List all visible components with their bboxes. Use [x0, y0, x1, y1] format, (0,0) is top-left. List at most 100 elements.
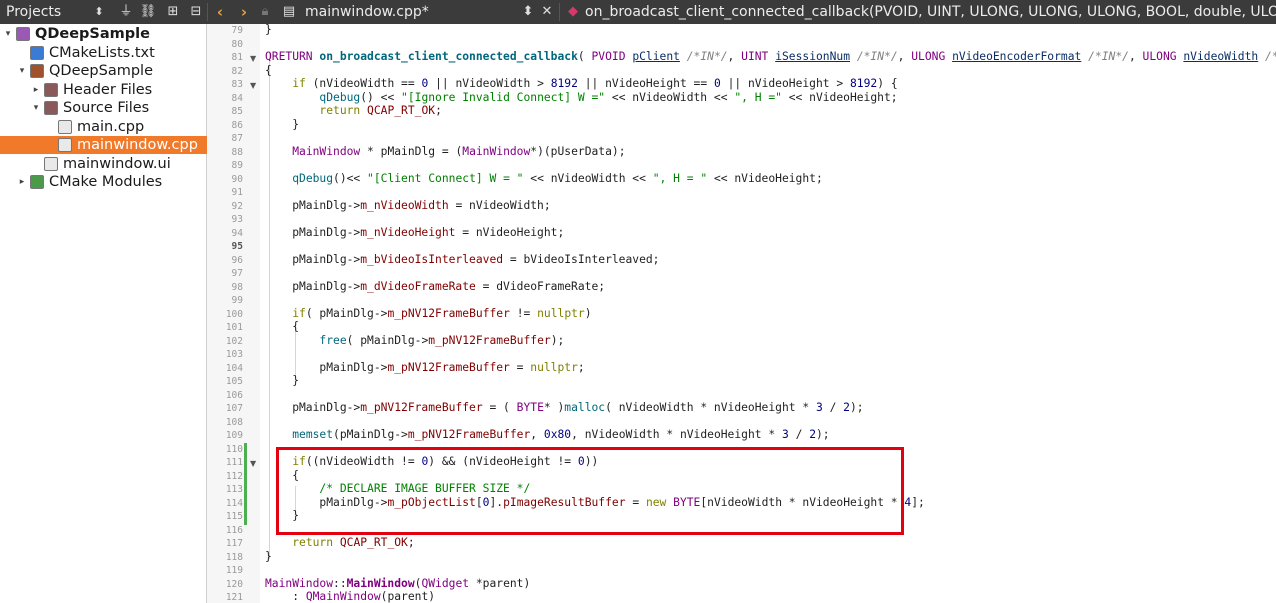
line-number: 104 [225, 362, 243, 374]
code-line[interactable]: MainWindow * pMainDlg = (MainWindow*)(pU… [265, 145, 625, 159]
symbol-dropdown[interactable]: on_broadcast_client_connected_callback(P… [585, 0, 1276, 24]
toolbar-separator-2 [559, 3, 560, 21]
line-number: 81 [231, 52, 243, 63]
link-icon[interactable]: ⛓ [139, 3, 157, 21]
cmake-file-icon [30, 45, 44, 60]
code-line[interactable]: } [265, 550, 272, 564]
expanded-arrow-icon[interactable]: ▾ [30, 99, 42, 117]
tree-item[interactable]: main.cpp [0, 118, 207, 136]
tree-item[interactable]: ▾ Source Files [0, 99, 207, 117]
collapsed-arrow-icon[interactable]: ▸ [16, 173, 28, 191]
line-number: 103 [225, 349, 243, 360]
close-file-icon[interactable]: ✕ [540, 3, 554, 21]
file-tab-icon: ▤ [282, 4, 296, 19]
tree-item-label: mainwindow.cpp [77, 137, 198, 153]
line-number: 99 [231, 295, 243, 306]
build-target-icon [30, 64, 44, 78]
code-line[interactable]: qDebug()<< "[Client Connect] W = " << nV… [265, 172, 823, 186]
function-tag-icon: ◆ [568, 4, 578, 19]
tree-item[interactable]: ▾ QDeepSample [0, 25, 207, 43]
code-line[interactable]: } [265, 24, 272, 37]
line-number: 100 [225, 308, 243, 320]
file-dropdown-icon[interactable]: ⬍ [521, 3, 535, 21]
tree-item[interactable]: mainwindow.cpp [0, 136, 207, 154]
line-number: 111 [225, 457, 243, 468]
dropdown-chevron-icon[interactable]: ⬍ [92, 3, 106, 21]
tree-item[interactable]: CMakeLists.txt [0, 44, 207, 62]
line-number: 95 [231, 241, 243, 252]
tree-item[interactable]: ▾ QDeepSample [0, 62, 207, 80]
code-line[interactable]: : QMainWindow(parent) [265, 590, 435, 603]
line-number: 119 [225, 565, 243, 576]
fold-column [247, 24, 260, 603]
line-number: 116 [225, 524, 243, 536]
code-line[interactable]: pMainDlg->m_pNV12FrameBuffer = nullptr; [265, 361, 584, 375]
split-icon[interactable]: ⊞ [164, 3, 182, 21]
line-number: 113 [225, 484, 243, 495]
collapsed-arrow-icon[interactable]: ▸ [30, 81, 42, 99]
tree-item[interactable]: mainwindow.ui [0, 155, 207, 173]
line-number: 101 [225, 322, 243, 333]
projects-label: Projects [6, 4, 62, 20]
code-line[interactable]: if( pMainDlg->m_pNV12FrameBuffer != null… [265, 307, 591, 321]
line-number: 97 [231, 268, 243, 279]
code-line[interactable]: } [265, 374, 299, 388]
code-line[interactable]: return QCAP_RT_OK; [265, 104, 441, 118]
expanded-arrow-icon[interactable]: ▾ [2, 25, 14, 43]
code-line[interactable]: memset(pMainDlg->m_pNV12FrameBuffer, 0x8… [265, 428, 829, 442]
code-line[interactable]: { [265, 320, 299, 334]
code-line[interactable]: free( pMainDlg->m_pNV12FrameBuffer); [265, 334, 564, 348]
code-line[interactable]: } [265, 118, 299, 132]
line-number: 84 [231, 92, 243, 104]
toolbar-separator [207, 3, 208, 21]
code-line[interactable]: return QCAP_RT_OK; [265, 536, 414, 550]
fold-arrow-icon[interactable]: ▼ [250, 81, 256, 90]
code-line[interactable]: pMainDlg->m_dVideoFrameRate = dVideoFram… [265, 280, 605, 294]
forward-arrow-icon[interactable]: › [236, 3, 252, 21]
tree-item-label: CMake Modules [49, 174, 163, 190]
cmake-modules-icon [30, 175, 44, 189]
code-line[interactable]: pMainDlg->m_pNV12FrameBuffer = ( BYTE* )… [265, 401, 863, 415]
code-line[interactable]: MainWindow::MainWindow(QWidget *parent) [265, 577, 530, 591]
cpp-file-icon [58, 119, 72, 134]
ui-file-icon [44, 156, 58, 171]
expanded-arrow-icon[interactable]: ▾ [16, 62, 28, 80]
code-line[interactable]: if (nVideoWidth == 0 || nVideoWidth > 81… [265, 77, 897, 91]
line-number: 88 [231, 146, 243, 158]
line-number: 102 [225, 335, 243, 347]
back-arrow-icon[interactable]: ‹ [212, 3, 228, 21]
tree-item[interactable]: ▸ CMake Modules [0, 173, 207, 191]
line-number: 118 [225, 551, 243, 563]
fold-arrow-icon[interactable]: ▼ [250, 54, 256, 63]
line-number: 121 [225, 592, 243, 603]
code-line[interactable]: pMainDlg->m_bVideoIsInterleaved = bVideo… [265, 253, 659, 267]
line-number: 114 [225, 497, 243, 509]
tree-item-label: mainwindow.ui [63, 155, 171, 172]
line-number: 90 [231, 173, 243, 185]
code-line[interactable]: { [265, 64, 272, 78]
line-number: 108 [225, 416, 243, 428]
close-sidebar-icon[interactable]: ⊟ [187, 3, 205, 21]
line-number: 110 [225, 443, 243, 455]
folder-icon [44, 82, 58, 97]
line-number: 120 [225, 578, 243, 590]
fold-arrow-icon[interactable]: ▼ [250, 459, 256, 468]
project-tree: ▾ QDeepSample CMakeLists.txt ▾ QDeepSample ▸ H… [0, 24, 207, 603]
highlight-annotation [276, 447, 904, 535]
tree-item-label: Source Files [63, 100, 150, 116]
line-number: 83 [231, 79, 243, 90]
folder-icon [44, 101, 58, 115]
line-number: 117 [225, 538, 243, 549]
line-number: 92 [231, 200, 243, 212]
filter-icon[interactable]: ⏚ [117, 3, 135, 21]
tree-item-label: QDeepSample [49, 63, 153, 79]
code-line[interactable]: QRETURN on_broadcast_client_connected_ca… [265, 50, 1276, 64]
code-line[interactable]: pMainDlg->m_nVideoHeight = nVideoHeight; [265, 226, 564, 240]
line-number: 87 [231, 133, 243, 144]
code-line[interactable]: pMainDlg->m_nVideoWidth = nVideoWidth; [265, 199, 550, 213]
file-tab-title[interactable]: mainwindow.cpp* [305, 0, 429, 24]
tree-item[interactable]: ▸ Header Files [0, 81, 207, 99]
code-line[interactable]: qDebug() << "[Ignore Invalid Connect] W … [265, 91, 897, 105]
tree-item-label: CMakeLists.txt [49, 44, 155, 61]
tree-item-label: QDeepSample [35, 26, 150, 42]
